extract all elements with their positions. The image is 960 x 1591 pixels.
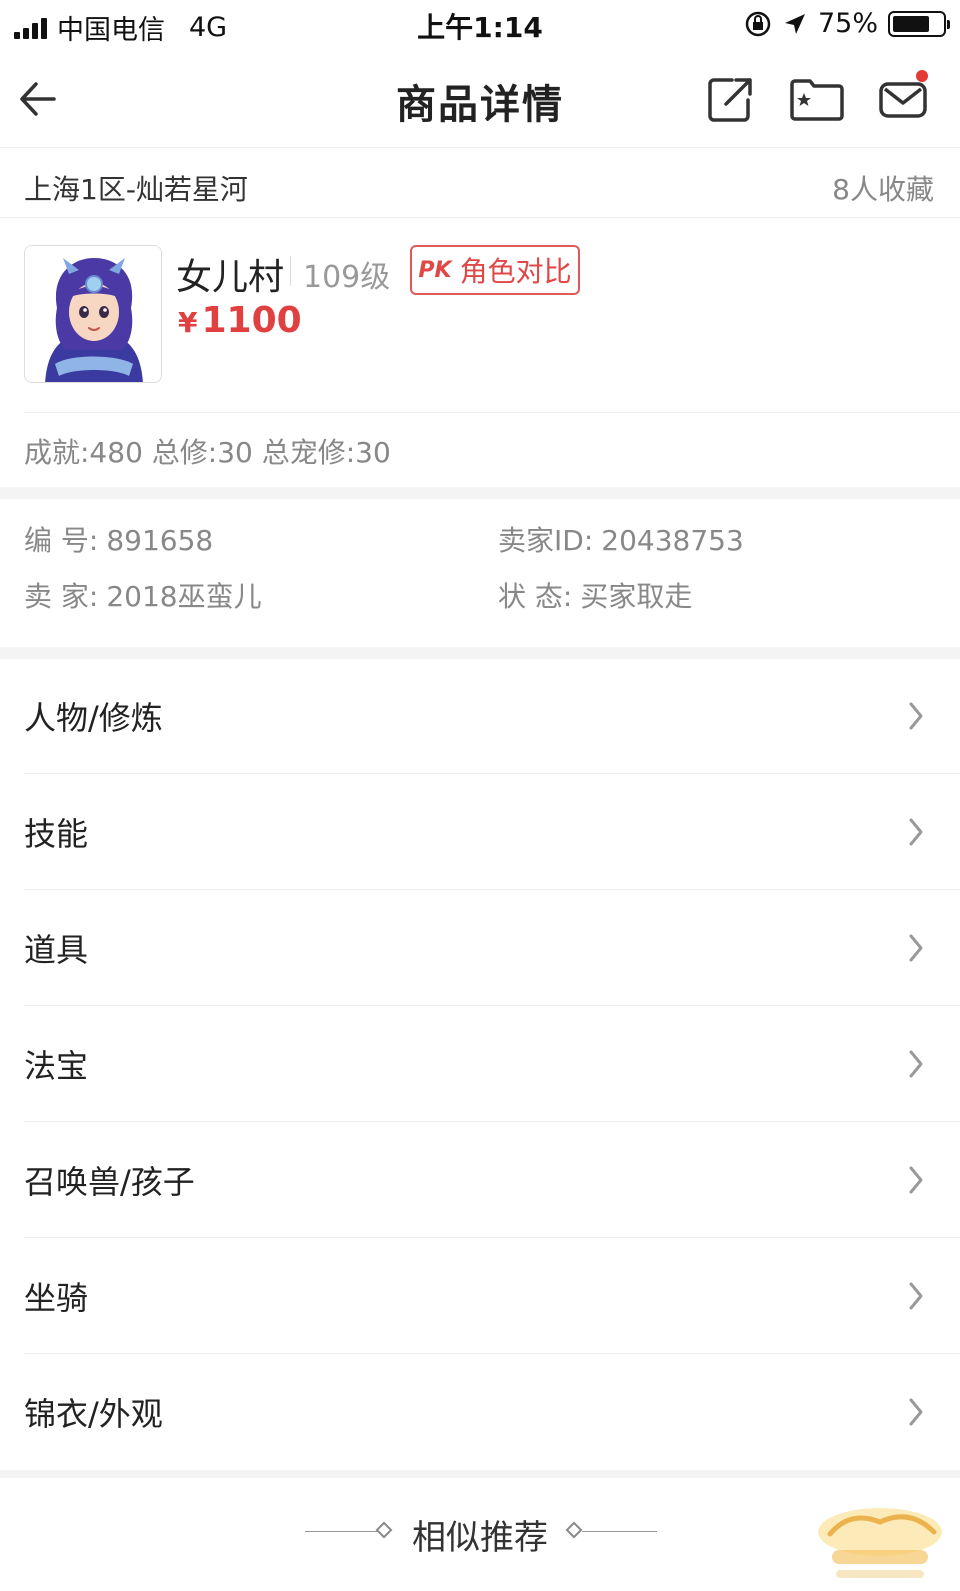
status-right: 75%: [744, 8, 950, 39]
product-card: 女儿村 109级 PK 角色对比 ¥1100: [0, 218, 960, 413]
stats-row: 成就:480 总修:30 总宠修:30: [0, 413, 960, 487]
item-id-value: 891658: [106, 524, 214, 557]
compare-button[interactable]: PK 角色对比: [410, 245, 580, 295]
chevron-right-icon: [909, 702, 923, 730]
menu-item-label: 技能: [24, 815, 89, 853]
status-value: 买家取走: [580, 580, 693, 613]
seller-id-value: 20438753: [601, 524, 744, 557]
item-id: 编 号: 891658: [24, 519, 213, 559]
battery-icon: [888, 10, 950, 37]
seller-id-label: 卖家ID:: [498, 524, 594, 557]
menu-item-outfits[interactable]: 锦衣/外观: [0, 1354, 960, 1470]
message-button[interactable]: [876, 70, 930, 126]
rotation-lock-icon: [745, 11, 771, 36]
menu-item-items[interactable]: 道具: [0, 890, 960, 1006]
character-level: 109级: [303, 260, 391, 295]
chevron-right-icon: [909, 1282, 923, 1310]
character-school: 女儿村: [176, 257, 285, 298]
unread-dot: [916, 70, 928, 82]
menu-item-label: 道具: [24, 931, 89, 969]
trade-status: 状 态: 买家取走: [498, 575, 692, 615]
divider: [582, 1531, 657, 1532]
status-label: 状 态:: [498, 580, 573, 613]
character-avatar[interactable]: [24, 245, 162, 383]
favorites-count: 8人收藏: [832, 173, 934, 206]
menu-item-character[interactable]: 人物/修炼: [0, 658, 960, 774]
chevron-right-icon: [909, 934, 923, 962]
character-stats: 成就:480 总修:30 总宠修:30: [24, 436, 391, 469]
item-id-label: 编 号:: [24, 524, 99, 557]
menu-item-mounts[interactable]: 坐骑: [0, 1238, 960, 1354]
currency-symbol: ¥: [178, 306, 198, 339]
price: ¥1100: [178, 300, 302, 341]
similar-section: 相似推荐: [0, 1478, 960, 1591]
chevron-right-icon: [909, 818, 923, 846]
game-logo-icon: [818, 1508, 942, 1578]
trade-info: 编 号: 891658 卖家ID: 20438753 卖 家: 2018巫蛮儿 状 态…: [0, 499, 960, 647]
seller-value: 2018巫蛮儿: [106, 580, 262, 613]
detail-menu: 人物/修炼 技能 道具 法宝 召唤兽/孩子 坐骑 锦衣/外观: [0, 658, 960, 1470]
seller-label: 卖 家:: [24, 580, 99, 613]
character-portrait-icon: [25, 246, 161, 382]
section-gap: [0, 487, 960, 499]
menu-item-pets[interactable]: 召唤兽/孩子: [0, 1122, 960, 1238]
folder-star-icon[interactable]: [788, 72, 846, 126]
menu-item-label: 召唤兽/孩子: [24, 1163, 195, 1201]
location-icon: [784, 13, 805, 34]
menu-item-label: 坐骑: [24, 1279, 89, 1317]
nav-bar: 商品详情: [0, 50, 960, 148]
server-row: 上海1区-灿若星河 8人收藏: [0, 148, 960, 218]
menu-item-treasures[interactable]: 法宝: [0, 1006, 960, 1122]
divider: [290, 256, 291, 286]
chevron-right-icon: [909, 1166, 923, 1194]
menu-item-label: 人物/修炼: [24, 699, 163, 737]
battery-percent: 75%: [817, 8, 878, 39]
seller-id: 卖家ID: 20438753: [498, 519, 744, 559]
compare-label: 角色对比: [459, 255, 572, 288]
chevron-right-icon: [909, 1398, 923, 1426]
menu-item-skills[interactable]: 技能: [0, 774, 960, 890]
seller: 卖 家: 2018巫蛮儿: [24, 575, 262, 615]
share-icon[interactable]: [704, 72, 758, 126]
menu-item-label: 法宝: [24, 1047, 89, 1085]
chevron-right-icon: [909, 1050, 923, 1078]
menu-item-label: 锦衣/外观: [24, 1395, 163, 1433]
status-bar: 中国电信 4G 上午1:14 75%: [0, 0, 960, 50]
pk-icon: PK: [418, 257, 452, 283]
price-amount: 1100: [201, 300, 302, 341]
server-name: 上海1区-灿若星河: [24, 173, 248, 206]
